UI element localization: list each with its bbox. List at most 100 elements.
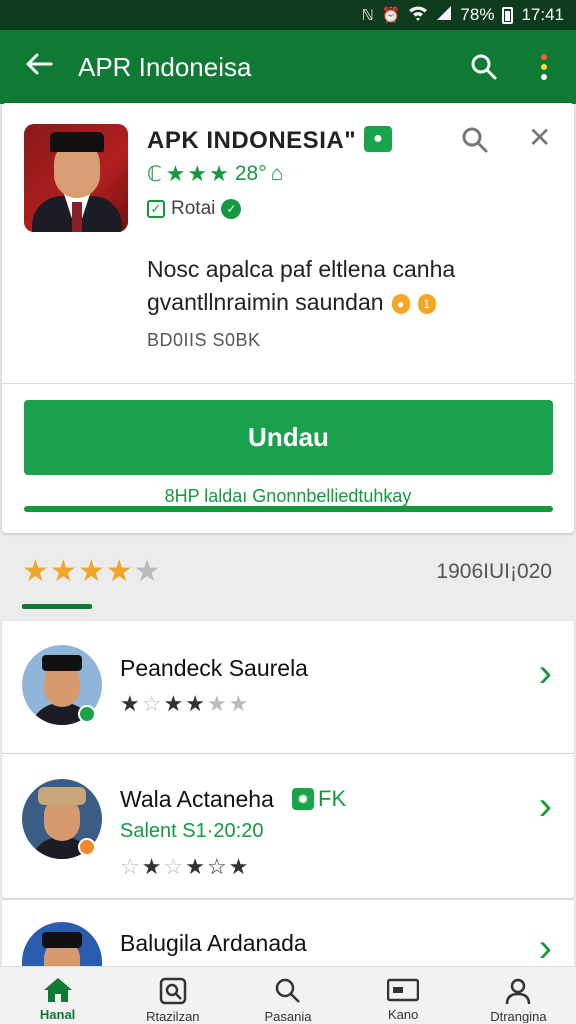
star-icon: ☆ xyxy=(120,854,142,879)
coin-icon: 1 xyxy=(417,293,436,314)
star-icon: ☆ xyxy=(163,854,186,879)
menu-dot xyxy=(541,64,547,70)
reviewer-tag-label: FK xyxy=(318,786,347,811)
person-icon xyxy=(506,978,531,1005)
rating-count: 1906IUI¡020 xyxy=(436,560,552,583)
battery-percent: 78% xyxy=(460,5,495,24)
wifi-icon xyxy=(408,5,428,25)
nav-card[interactable]: Kano xyxy=(346,967,461,1024)
app-bar: APR Indoneisa xyxy=(0,30,576,104)
card-icon xyxy=(387,978,420,1002)
rating-stars: ★★★ xyxy=(165,161,231,186)
star-icon: ★ xyxy=(120,691,142,716)
progress-line xyxy=(24,506,553,512)
search-icon[interactable] xyxy=(456,53,512,81)
search-icon[interactable] xyxy=(460,125,490,160)
search-doc-icon xyxy=(159,977,187,1005)
app-detail-card: APK INDONESIA" ● ✕ ℂ ★★★ 28° ⌂ ✓ Rotai ✓… xyxy=(2,103,574,533)
online-badge xyxy=(78,705,96,723)
star-icon: ★ xyxy=(163,691,186,716)
avatar xyxy=(22,922,102,970)
menu-dot xyxy=(541,54,547,60)
building-icon: ⌂ xyxy=(270,162,284,185)
star-icon: ★ xyxy=(22,555,50,588)
status-bar: ℕ ⏰ 78% 17:41 xyxy=(0,0,576,30)
bottom-navigation: Hanal Rtazilzan Pasania Kano Dtrangina xyxy=(0,966,576,1024)
summary-stars: ★★★★★ xyxy=(22,554,162,589)
star-icon: ★ xyxy=(206,691,229,716)
description-line: gvantllnraimin saundan xyxy=(147,289,384,315)
chevron-right-icon[interactable]: › xyxy=(539,784,552,829)
battery-icon xyxy=(502,6,514,24)
nav-label: Rtazilzan xyxy=(146,1009,200,1023)
description-line-2: gvantllnraimin saundan ● 1 xyxy=(147,286,537,319)
star-icon: ★ xyxy=(228,691,251,716)
reviewer-name: Wala Actaneha xyxy=(120,786,274,812)
star-icon: ★ xyxy=(77,555,106,588)
close-icon[interactable]: ✕ xyxy=(528,121,551,154)
nav-explore[interactable]: Rtazilzan xyxy=(115,967,230,1024)
reviewer-name: Balugila Ardanada xyxy=(120,930,307,956)
nav-label: Pasania xyxy=(264,1009,312,1023)
star-icon: ★ xyxy=(228,854,251,879)
app-icon xyxy=(24,124,128,232)
chevron-right-icon[interactable]: › xyxy=(539,926,552,971)
avatar-peci xyxy=(42,655,82,671)
app-description: Nosc apalca paf eltlena canha gvantllnra… xyxy=(147,253,537,319)
star-icon: ☆ xyxy=(206,854,229,879)
clock: 17:41 xyxy=(521,5,564,24)
search-icon xyxy=(275,978,300,1003)
app-rating: ℂ ★★★ 28° ⌂ xyxy=(147,161,283,187)
n-icon: ℕ xyxy=(361,7,374,24)
star-icon: ☆ xyxy=(141,691,164,716)
signal-icon xyxy=(436,5,452,25)
nav-home[interactable]: Hanal xyxy=(0,967,115,1024)
menu-dot xyxy=(541,74,547,80)
review-stars: ★☆★★★★ xyxy=(120,691,250,717)
portrait-tie xyxy=(72,202,82,232)
verified-line: ✓ Rotai ✓ xyxy=(147,198,242,220)
list-item[interactable]: Wala Actaneha ✹ FK Salent S1·20:20 ☆★☆★☆… xyxy=(2,754,574,898)
info-icon: ✓ xyxy=(221,199,242,219)
star-icon: ★ xyxy=(133,555,162,588)
arrow-left-icon[interactable] xyxy=(0,50,78,84)
list-item[interactable]: Peandeck Saurela ★☆★★★★ › xyxy=(2,621,574,753)
tab-underline xyxy=(22,604,92,609)
list-item[interactable]: Balugila Ardanada › xyxy=(2,900,574,970)
install-button[interactable]: Undau xyxy=(24,400,553,475)
avatar-hat xyxy=(38,787,86,805)
app-bar-title: APR Indoneisa xyxy=(78,51,252,82)
star-icon: ★ xyxy=(185,691,207,716)
install-note: 8HP laldaı Gnonnbelliedtuhkay xyxy=(164,486,412,506)
home-icon xyxy=(43,978,72,1002)
star-icon: ★ xyxy=(49,555,78,588)
rating-summary: ★★★★★ 1906IUI¡020 xyxy=(0,548,576,614)
nav-search[interactable]: Pasania xyxy=(230,967,345,1024)
person-badge-icon: ● xyxy=(364,126,392,152)
more-vertical-icon[interactable] xyxy=(512,54,576,80)
app-name: APK INDONESIA" xyxy=(147,127,357,154)
coin-icon: ● xyxy=(391,293,410,314)
description-line: Nosc apalca paf eltlena canha xyxy=(147,256,456,282)
reviewer-name: Peandeck Saurela xyxy=(120,655,308,681)
nav-label: Hanal xyxy=(39,1007,76,1021)
verified-label: Rotai xyxy=(171,198,216,219)
rating-text: 28° xyxy=(234,162,267,185)
reviewer-tag: ✹ FK xyxy=(292,786,346,812)
review-date: Salent S1·20:20 xyxy=(120,820,264,842)
online-badge xyxy=(78,838,96,856)
check-icon: ✓ xyxy=(147,200,165,218)
nav-profile[interactable]: Dtrangina xyxy=(461,967,576,1024)
review-stars: ☆★☆★☆★ xyxy=(120,854,250,880)
chevron-right-icon[interactable]: › xyxy=(539,651,552,696)
star-icon: ★ xyxy=(141,854,164,879)
star-icon: ★ xyxy=(185,854,207,879)
c-icon: ℂ xyxy=(147,162,162,186)
gear-badge-icon: ✹ xyxy=(292,788,314,810)
nav-label: Dtrangina xyxy=(490,1009,547,1023)
star-icon: ★ xyxy=(105,555,134,588)
divider xyxy=(2,383,574,384)
avatar-peci xyxy=(42,932,82,948)
app-size: BD0IIS S0BK xyxy=(147,330,261,350)
alarm-icon: ⏰ xyxy=(381,7,401,24)
